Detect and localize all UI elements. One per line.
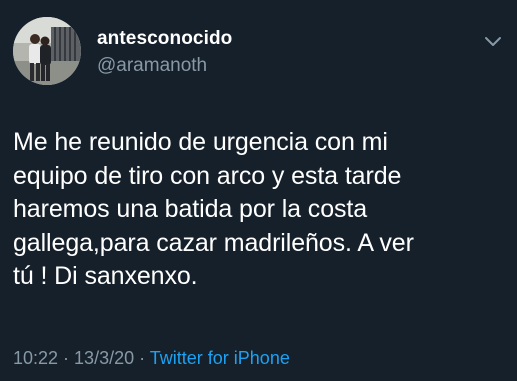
tweet-text: Me he reunido de urgencia con mi equipo …	[13, 128, 414, 290]
tweet-source-link[interactable]: Twitter for iPhone	[150, 348, 290, 368]
display-name[interactable]: antesconocido	[97, 28, 232, 50]
meta-separator: ·	[58, 348, 75, 368]
tweet-card: antesconocido @aramanoth Me he reunido d…	[0, 0, 517, 381]
avatar[interactable]	[13, 17, 81, 85]
tweet-time[interactable]: 10:22	[13, 348, 58, 368]
avatar-photo	[13, 17, 81, 85]
meta-separator: ·	[134, 348, 150, 368]
user-handle[interactable]: @aramanoth	[97, 55, 207, 77]
chevron-down-icon[interactable]	[483, 34, 503, 50]
tweet-date[interactable]: 13/3/20	[74, 348, 134, 368]
tweet-meta: 10:22 · 13/3/20 · Twitter for iPhone	[13, 348, 290, 369]
